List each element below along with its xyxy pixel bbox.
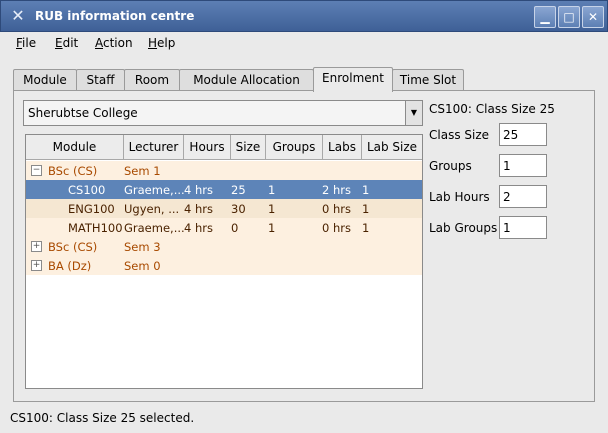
groups-label: Groups [429,159,472,173]
groups-field[interactable] [499,154,547,177]
class-size-label: Class Size [429,128,490,142]
expand-icon[interactable]: + [31,241,42,252]
class-size-field[interactable] [499,123,547,146]
module-tree-table[interactable]: Module Lecturer Hours Size Groups Labs L… [25,134,423,389]
column-header-module[interactable]: Module [26,135,124,160]
tab-module[interactable]: Module [13,69,77,90]
table-cell-groups: 1 [268,221,276,235]
close-button[interactable]: ✕ [582,6,604,28]
lab-groups-label: Lab Groups [429,221,498,235]
table-cell-module: CS100 [68,183,106,197]
app-x-icon[interactable]: ✕ [9,7,27,25]
table-cell-hours: 4 hrs [184,183,213,197]
college-select-value: Sherubtse College [28,106,138,120]
table-row[interactable]: MATH100 Graeme,... 4 hrs 0 1 0 hrs 1 [26,218,422,237]
table-cell-groups: 1 [268,183,276,197]
lab-hours-field[interactable] [499,185,547,208]
table-cell-size: 30 [231,202,246,216]
college-select[interactable]: Sherubtse College ▼ [23,100,423,126]
app-window: ✕ RUB information centre ▁ □ ✕ File Edit… [0,0,608,433]
table-cell-module: BSc (CS) [48,240,98,254]
table-cell-size: 0 [231,221,239,235]
table-cell-lab-size: 1 [362,202,370,216]
table-cell-lecturer: Ugyen, ... [124,202,180,216]
column-header-labs[interactable]: Labs [323,135,362,160]
table-cell-lecturer: Graeme,... [124,221,185,235]
table-cell-labs: 0 hrs [322,221,351,235]
table-cell-lecturer: Sem 0 [124,259,161,273]
menu-help[interactable]: Help [148,36,175,50]
table-row[interactable]: ENG100 Ugyen, ... 4 hrs 30 1 0 hrs 1 [26,199,422,218]
menu-edit[interactable]: Edit [55,36,78,50]
table-cell-lecturer: Graeme,... [124,183,185,197]
table-cell-module: ENG100 [68,202,115,216]
table-cell-hours: 4 hrs [184,202,213,216]
tab-time-slot[interactable]: Time Slot [392,69,464,90]
table-cell-module: BA (Dz) [48,259,92,273]
tree-group-row[interactable]: + BA (Dz) Sem 0 [26,256,422,275]
table-header: Module Lecturer Hours Size Groups Labs L… [26,135,422,160]
tab-staff[interactable]: Staff [76,69,125,90]
table-cell-lecturer: Sem 3 [124,240,161,254]
dropdown-arrow-icon[interactable]: ▼ [405,101,422,125]
table-row[interactable]: CS100 Graeme,... 4 hrs 25 1 2 hrs 1 [26,180,422,199]
table-cell-hours: 4 hrs [184,221,213,235]
table-cell-labs: 2 hrs [322,183,351,197]
tab-enrolment[interactable]: Enrolment [313,67,393,92]
table-cell-lab-size: 1 [362,183,370,197]
title-bar[interactable]: ✕ RUB information centre ▁ □ ✕ [0,0,608,32]
lab-groups-field[interactable] [499,216,547,239]
collapse-icon[interactable]: − [31,165,42,176]
menu-action[interactable]: Action [95,36,133,50]
column-header-groups[interactable]: Groups [266,135,323,160]
table-cell-groups: 1 [268,202,276,216]
column-header-hours[interactable]: Hours [184,135,231,160]
details-heading: CS100: Class Size 25 [429,102,555,116]
tab-module-allocation[interactable]: Module Allocation [179,69,314,90]
maximize-button[interactable]: □ [558,6,580,28]
status-bar-text: CS100: Class Size 25 selected. [10,411,195,425]
menu-bar: File Edit Action Help [0,31,608,55]
tree-group-row[interactable]: − BSc (CS) Sem 1 [26,161,422,180]
table-cell-module: MATH100 [68,221,122,235]
tab-room[interactable]: Room [124,69,180,90]
column-header-size[interactable]: Size [231,135,266,160]
column-header-lecturer[interactable]: Lecturer [124,135,184,160]
table-cell-size: 25 [231,183,246,197]
table-cell-module: BSc (CS) [48,164,98,178]
window-title: RUB information centre [35,9,195,23]
table-cell-labs: 0 hrs [322,202,351,216]
table-cell-lecturer: Sem 1 [124,164,161,178]
minimize-button[interactable]: ▁ [534,6,556,28]
expand-icon[interactable]: + [31,260,42,271]
table-cell-lab-size: 1 [362,221,370,235]
menu-file[interactable]: File [16,36,36,50]
column-header-lab-size[interactable]: Lab Size [362,135,422,160]
tree-group-row[interactable]: + BSc (CS) Sem 3 [26,237,422,256]
lab-hours-label: Lab Hours [429,190,490,204]
